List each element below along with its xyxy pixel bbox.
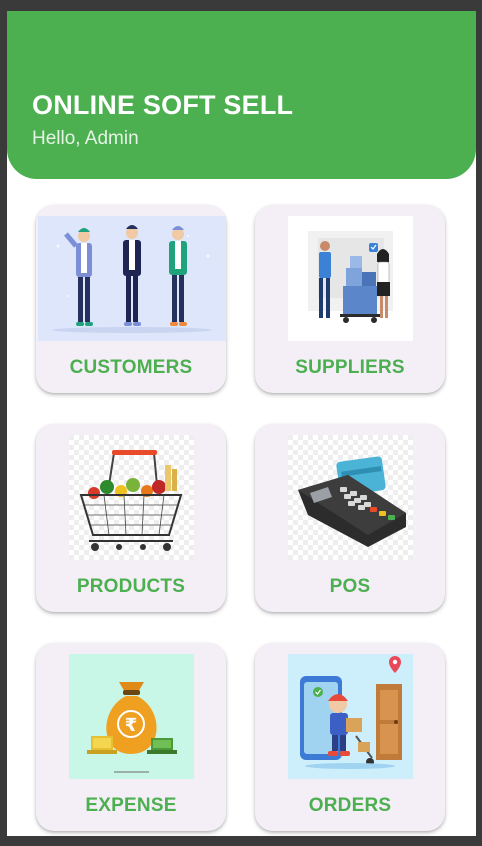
suppliers-label: SUPPLIERS [295, 357, 405, 378]
pos-label: POS [329, 576, 371, 597]
shopping-basket-icon [69, 435, 194, 560]
customers-label: CUSTOMERS [69, 357, 193, 378]
app-title: ONLINE SOFT SELL [32, 90, 294, 120]
suppliers-card[interactable]: SUPPLIERS [255, 205, 445, 393]
svg-text:₹: ₹ [125, 715, 138, 736]
pos-card[interactable]: POS [255, 424, 445, 612]
expense-label: EXPENSE [85, 795, 177, 816]
delivery-person-icon [288, 654, 413, 779]
card-payment-terminal-icon [288, 435, 413, 560]
customers-card[interactable]: CUSTOMERS [36, 205, 226, 393]
greeting-text: Hello, Admin [32, 128, 139, 149]
customers-illustration-icon [38, 216, 226, 341]
orders-label: ORDERS [308, 795, 392, 816]
products-card[interactable]: PRODUCTS [36, 424, 226, 612]
rupee-money-bag-icon: ₹ [69, 654, 194, 779]
app-screen: ONLINE SOFT SELL Hello, Admin CUSTOMERS … [7, 11, 476, 836]
suppliers-illustration-icon [288, 216, 413, 341]
products-label: PRODUCTS [76, 576, 186, 597]
orders-card[interactable]: ORDERS [255, 643, 445, 831]
expense-card[interactable]: ₹ EXPENSE [36, 643, 226, 831]
app-header: ONLINE SOFT SELL Hello, Admin [7, 11, 476, 179]
